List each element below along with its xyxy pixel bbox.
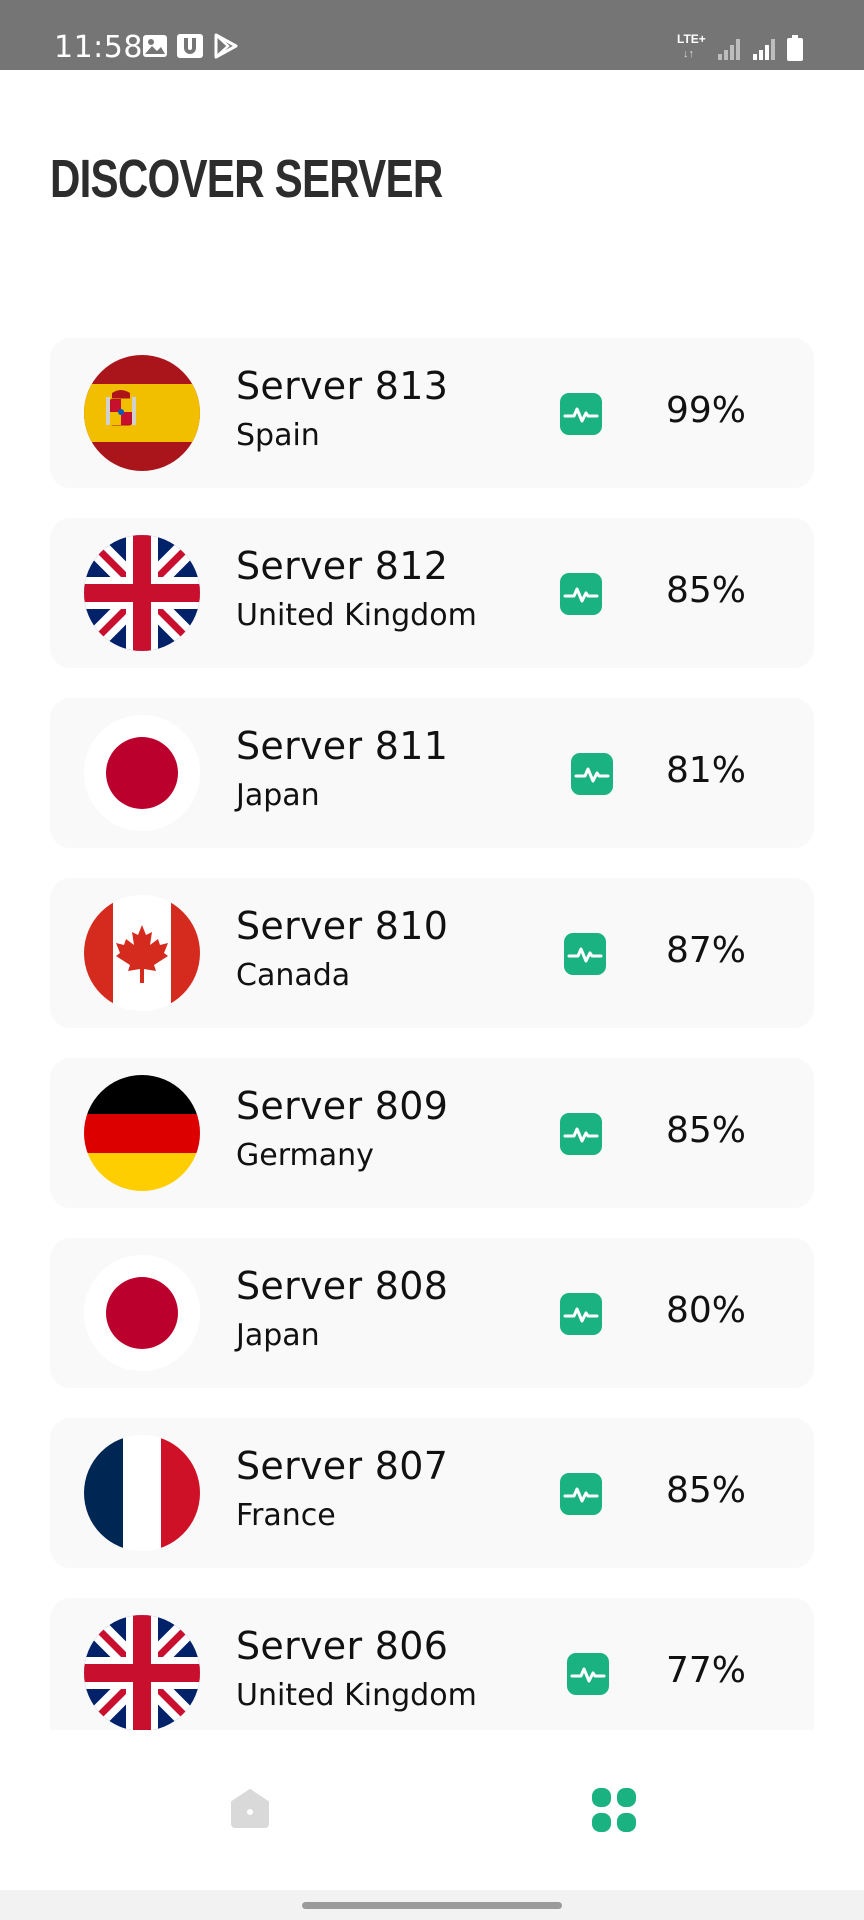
server-list[interactable]: Server 813 Spain 99% Server 812 United K… <box>50 338 814 1730</box>
server-name: Server 808 <box>236 1264 449 1308</box>
home-gesture-handle[interactable] <box>302 1902 562 1909</box>
server-load: 85% <box>665 1110 746 1151</box>
grid-icon <box>592 1788 636 1832</box>
server-card[interactable]: Server 809 Germany 85% <box>50 1058 814 1208</box>
signal-status-icon <box>560 1113 602 1155</box>
germany-flag-icon <box>84 1075 200 1191</box>
server-load: 85% <box>665 1470 746 1511</box>
nav-home-button[interactable] <box>228 1786 272 1830</box>
signal-status-icon <box>560 1293 602 1335</box>
uk-flag-icon <box>84 1615 200 1730</box>
play-store-icon <box>214 33 238 59</box>
server-card[interactable]: Server 812 United Kingdom 85% <box>50 518 814 668</box>
signal-icon <box>753 39 775 60</box>
server-country: Canada <box>236 958 351 993</box>
server-load: 81% <box>665 750 746 791</box>
server-name: Server 813 <box>236 364 449 408</box>
server-load: 87% <box>665 930 746 971</box>
status-bar: 11:58 LTE+ ↓↑ <box>0 0 864 70</box>
signal-status-icon <box>571 753 613 795</box>
server-country: Germany <box>236 1138 374 1173</box>
spain-flag-icon <box>84 355 200 471</box>
signal-status-icon <box>560 1473 602 1515</box>
server-country: United Kingdom <box>236 598 477 633</box>
server-name: Server 811 <box>236 724 449 768</box>
status-time: 11:58 <box>54 30 143 65</box>
signal-status-icon <box>567 1653 609 1695</box>
u-app-icon <box>177 34 203 58</box>
bottom-navigation <box>0 1730 864 1890</box>
server-load: 85% <box>665 570 746 611</box>
server-country: United Kingdom <box>236 1678 477 1713</box>
server-card[interactable]: Server 806 United Kingdom 77% <box>50 1598 814 1730</box>
server-card[interactable]: Server 807 France 85% <box>50 1418 814 1568</box>
server-country: France <box>236 1498 336 1533</box>
server-name: Server 809 <box>236 1084 449 1128</box>
battery-icon <box>787 35 803 61</box>
japan-flag-icon <box>84 715 200 831</box>
server-card[interactable]: Server 811 Japan 81% <box>50 698 814 848</box>
home-icon <box>231 1789 269 1828</box>
server-name: Server 810 <box>236 904 449 948</box>
server-name: Server 807 <box>236 1444 449 1488</box>
server-name: Server 812 <box>236 544 449 588</box>
server-country: Japan <box>236 778 320 813</box>
server-load: 77% <box>665 1650 746 1691</box>
signal-status-icon <box>560 393 602 435</box>
server-load: 99% <box>665 390 746 431</box>
signal-status-icon <box>560 573 602 615</box>
server-country: Japan <box>236 1318 320 1353</box>
lte-icon: LTE+ ↓↑ <box>677 32 706 60</box>
japan-flag-icon <box>84 1255 200 1371</box>
uk-flag-icon <box>84 535 200 651</box>
page-title: DISCOVER SERVER <box>50 149 443 209</box>
server-card[interactable]: Server 808 Japan 80% <box>50 1238 814 1388</box>
signal-icon <box>718 39 740 60</box>
signal-status-icon <box>564 933 606 975</box>
nav-servers-button[interactable] <box>590 1786 638 1834</box>
image-icon <box>143 35 167 57</box>
server-country: Spain <box>236 418 320 453</box>
server-card[interactable]: Server 813 Spain 99% <box>50 338 814 488</box>
france-flag-icon <box>84 1435 200 1551</box>
gesture-bar <box>0 1890 864 1920</box>
server-card[interactable]: Server 810 Canada 87% <box>50 878 814 1028</box>
server-load: 80% <box>665 1290 746 1331</box>
canada-flag-icon <box>84 895 200 1011</box>
server-name: Server 806 <box>236 1624 449 1668</box>
